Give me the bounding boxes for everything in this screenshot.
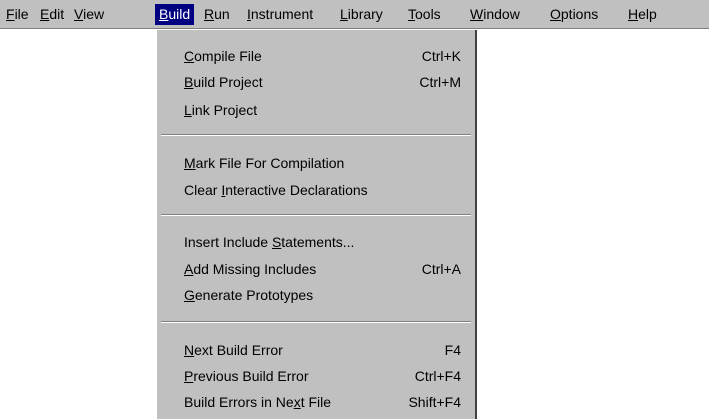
menu-library[interactable]: Library bbox=[336, 4, 387, 25]
menu-separator bbox=[161, 214, 471, 216]
menu-separator bbox=[161, 321, 471, 323]
next-build-error-item[interactable]: Next Build Error F4 bbox=[157, 339, 473, 361]
menu-help[interactable]: Help bbox=[624, 4, 661, 25]
compile-file-item[interactable]: Compile File Ctrl+K bbox=[157, 45, 473, 67]
shortcut-label: Ctrl+K bbox=[421, 48, 461, 64]
add-missing-includes-item[interactable]: Add Missing Includes Ctrl+A bbox=[157, 258, 473, 280]
menu-item-label: Insert Include Statements... bbox=[184, 234, 355, 250]
previous-build-error-item[interactable]: Previous Build Error Ctrl+F4 bbox=[157, 365, 473, 387]
shortcut-label: Shift+F4 bbox=[408, 394, 461, 410]
menu-item-label: Link Project bbox=[184, 102, 258, 118]
menu-options[interactable]: Options bbox=[546, 4, 602, 25]
menu-instrument[interactable]: Instrument bbox=[243, 4, 317, 25]
menu-item-label: Next Build Error bbox=[184, 342, 283, 358]
insert-include-statements-item[interactable]: Insert Include Statements... bbox=[157, 231, 473, 253]
shortcut-label: Ctrl+M bbox=[419, 74, 461, 90]
shortcut-label: Ctrl+F4 bbox=[414, 368, 461, 384]
menu-bar: File Edit View Build Run Instrument Libr… bbox=[0, 0, 709, 29]
menu-separator bbox=[161, 134, 471, 136]
menu-item-label: Build Project bbox=[184, 74, 263, 90]
menu-item-label: Clear Interactive Declarations bbox=[184, 182, 368, 198]
shortcut-label: Ctrl+A bbox=[421, 261, 461, 277]
menu-item-label: Build Errors in Next File bbox=[184, 394, 332, 410]
clear-interactive-declarations-item[interactable]: Clear Interactive Declarations bbox=[157, 179, 473, 201]
menu-run[interactable]: Run bbox=[200, 4, 234, 25]
menu-item-label: Compile File bbox=[184, 48, 262, 64]
build-errors-in-next-file-item[interactable]: Build Errors in Next File Shift+F4 bbox=[157, 391, 473, 413]
build-project-item[interactable]: Build Project Ctrl+M bbox=[157, 71, 473, 93]
menu-item-label: Previous Build Error bbox=[184, 368, 309, 384]
menu-view[interactable]: View bbox=[70, 4, 108, 25]
menu-window[interactable]: Window bbox=[466, 4, 524, 25]
menu-item-label: Mark File For Compilation bbox=[184, 155, 345, 171]
generate-prototypes-item[interactable]: Generate Prototypes bbox=[157, 284, 473, 306]
build-dropdown-menu: Compile File Ctrl+K Build Project Ctrl+M… bbox=[156, 30, 477, 419]
menu-file[interactable]: File bbox=[2, 4, 33, 25]
menu-item-label: Generate Prototypes bbox=[184, 287, 314, 303]
menu-edit[interactable]: Edit bbox=[36, 4, 68, 25]
menu-item-label: Add Missing Includes bbox=[184, 261, 317, 277]
menu-tools[interactable]: Tools bbox=[404, 4, 445, 25]
mark-file-item[interactable]: Mark File For Compilation bbox=[157, 152, 473, 174]
link-project-item[interactable]: Link Project bbox=[157, 99, 473, 121]
menu-build[interactable]: Build bbox=[155, 4, 195, 25]
shortcut-label: F4 bbox=[444, 342, 461, 358]
